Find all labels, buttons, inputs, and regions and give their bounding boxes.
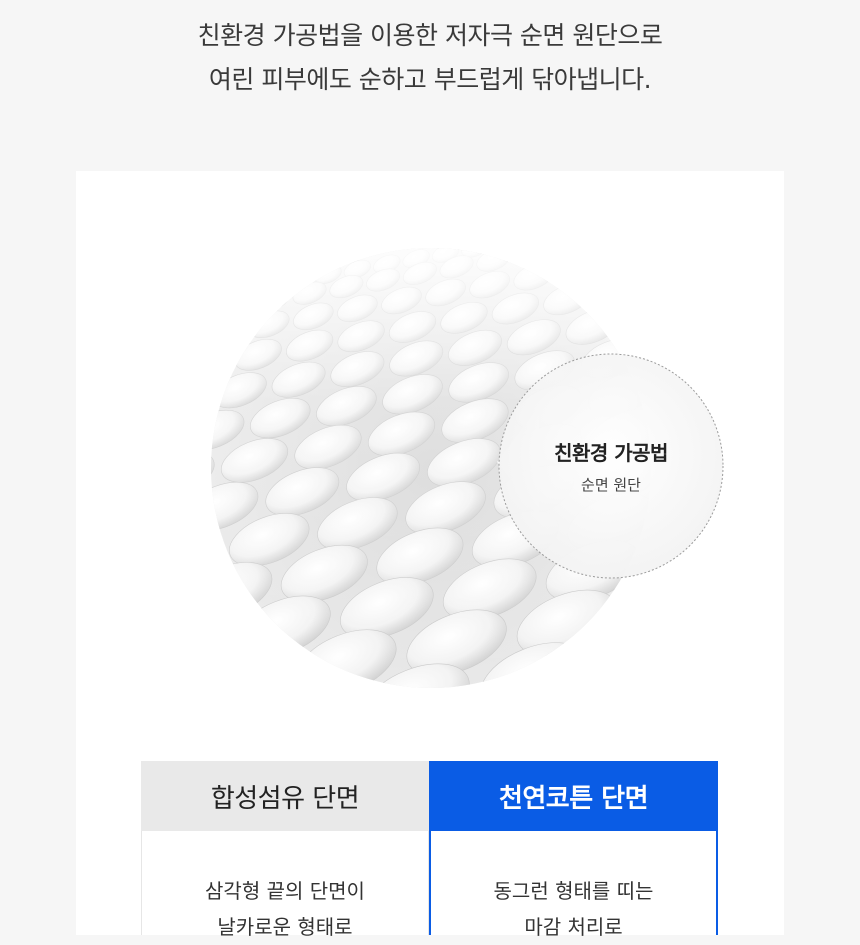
- synthetic-line-1: 삼각형 끝의 단면이: [205, 879, 365, 903]
- cotton-line-2: 마감 처리로: [524, 915, 623, 939]
- cotton-fiber-header: 천연코튼 단면: [429, 761, 718, 831]
- fabric-strand: [601, 248, 643, 275]
- product-feature-card: 친환경 가공법 순면 원단 합성섬유 단면 삼각형 끝의 단면이 날카로운 형태…: [76, 171, 784, 939]
- dotted-circle-callout: [497, 353, 724, 579]
- synthetic-fiber-header: 합성섬유 단면: [141, 761, 429, 831]
- synthetic-line-2: 날카로운 형태로: [217, 915, 353, 939]
- fiber-comparison-table: 합성섬유 단면 삼각형 끝의 단면이 날카로운 형태로 천연코튼 단면 동그런 …: [141, 761, 718, 939]
- synthetic-fiber-description: 삼각형 끝의 단면이 날카로운 형태로: [141, 831, 429, 939]
- fabric-strand: [211, 318, 246, 346]
- fabric-strand: [594, 274, 642, 306]
- fabric-strand: [211, 614, 228, 676]
- fabric-strand: [255, 275, 283, 295]
- fabric-strand: [597, 621, 651, 688]
- fabric-strand: [586, 248, 621, 252]
- fabric-strand: [211, 301, 217, 325]
- cotton-fiber-description: 동그런 형태를 띠는 마감 처리로: [429, 831, 718, 939]
- synthetic-fiber-column: 합성섬유 단면 삼각형 끝의 단면이 날카로운 형태로: [141, 761, 429, 939]
- fabric-strand: [518, 248, 550, 250]
- intro-line-1: 친환경 가공법을 이용한 저자극 순면 원단으로: [197, 21, 663, 50]
- fabric-strand: [226, 281, 254, 300]
- fabric-strand: [211, 286, 225, 306]
- cotton-line-1: 동그런 형태를 띠는: [493, 879, 654, 903]
- fabric-strand: [490, 248, 519, 253]
- fabric-strand: [245, 684, 353, 688]
- fabric-strand: [621, 248, 651, 249]
- fabric-strand: [645, 248, 651, 267]
- fabric-strand: [211, 649, 287, 688]
- badge-subtitle: 순면 원단: [581, 476, 641, 494]
- fabric-strand: [624, 298, 651, 335]
- fabric-strand: [557, 254, 599, 283]
- fabric-strand: [549, 248, 584, 259]
- badge-title: 친환경 가공법: [554, 441, 668, 465]
- fabric-strand: [219, 294, 254, 318]
- intro-text: 친환경 가공법을 이용한 저자극 순면 원단으로 여린 피부에도 순하고 부드럽…: [0, 14, 860, 102]
- eco-process-badge: 친환경 가공법 순면 원단: [497, 352, 725, 580]
- intro-line-2: 여린 피부에도 순하고 부드럽게 닦아냅니다.: [208, 65, 652, 94]
- fabric-strand: [646, 264, 651, 297]
- fabric-strand: [211, 376, 213, 425]
- cotton-fiber-column: 천연코튼 단면 동그런 형태를 띠는 마감 처리로: [429, 761, 718, 939]
